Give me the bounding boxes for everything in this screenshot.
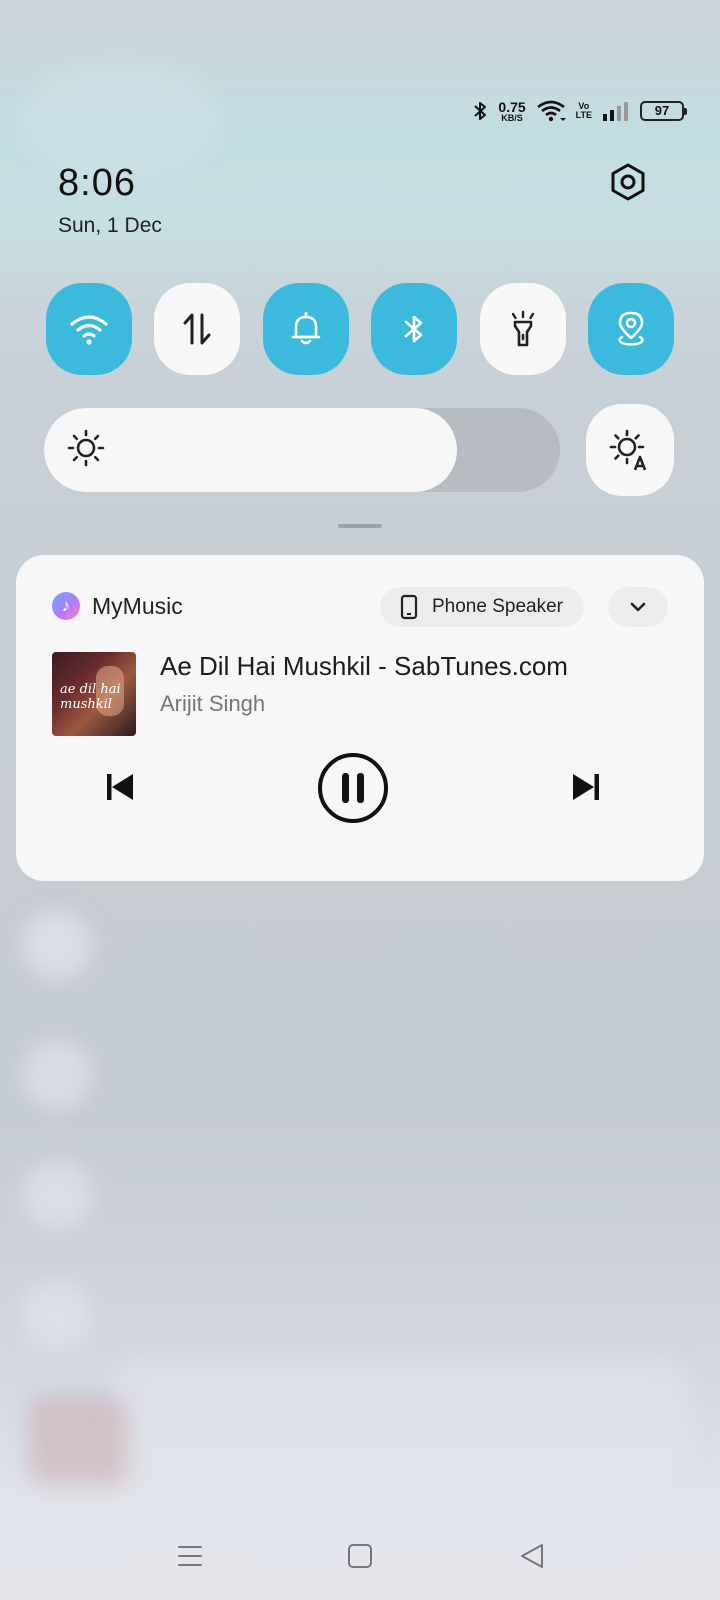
background-blur — [22, 1040, 92, 1110]
album-art-text: ae dil hai mushkil — [60, 682, 121, 712]
gear-icon — [611, 163, 645, 201]
skip-next-icon — [573, 774, 599, 800]
location-icon — [618, 311, 644, 346]
background-blur — [22, 1160, 92, 1230]
background-blur — [22, 910, 92, 980]
quick-settings-tiles — [46, 283, 674, 375]
next-track-button[interactable] — [566, 767, 606, 807]
data-arrows-icon — [183, 313, 211, 345]
pause-icon — [318, 753, 388, 823]
auto-brightness-button[interactable] — [586, 404, 674, 496]
bell-icon — [291, 311, 321, 345]
network-speed-unit: KB/S — [501, 112, 523, 123]
bluetooth-icon — [404, 315, 423, 343]
track-title: Ae Dil Hai Mushkil - SabTunes.com — [160, 651, 568, 681]
panel-drag-handle[interactable] — [338, 524, 382, 528]
auto-brightness-icon — [609, 429, 647, 471]
signal-icon — [603, 102, 628, 121]
skip-previous-icon — [107, 774, 133, 800]
navigation-bar — [0, 1528, 720, 1584]
brightness-slider[interactable] — [44, 408, 560, 492]
previous-track-button[interactable] — [100, 767, 140, 807]
tile-mobile-data[interactable] — [154, 283, 241, 375]
pause-button[interactable] — [316, 751, 390, 825]
background-blur — [28, 1395, 128, 1485]
phone-icon — [400, 594, 418, 620]
battery-icon: 97 — [640, 101, 687, 121]
tile-location[interactable] — [587, 283, 674, 375]
media-player-card[interactable]: ♪ MyMusic Phone Speaker ae dil hai mushk… — [16, 555, 704, 881]
volte-bottom: LTE — [575, 110, 592, 120]
chevron-down-icon — [630, 602, 646, 612]
recents-button[interactable] — [172, 1538, 208, 1574]
sun-icon — [66, 428, 106, 473]
back-button[interactable] — [514, 1538, 550, 1574]
status-bar: 0.75 KB/S Vo LTE 97 — [472, 96, 687, 126]
track-artist: Arijit Singh — [160, 691, 266, 716]
home-button[interactable] — [342, 1538, 378, 1574]
tile-wifi[interactable] — [46, 283, 132, 375]
date[interactable]: Sun, 1 Dec — [58, 214, 162, 238]
home-square-icon — [348, 1544, 372, 1568]
background-blur — [110, 1360, 690, 1480]
background-blur — [22, 1280, 92, 1350]
network-speed: 0.75 KB/S — [498, 100, 525, 123]
output-device-label: Phone Speaker — [432, 596, 563, 617]
output-device-button[interactable]: Phone Speaker — [380, 587, 584, 627]
media-app-name: MyMusic — [92, 593, 183, 619]
clock[interactable]: 8:06 — [58, 162, 136, 205]
menu-icon — [178, 1546, 202, 1566]
back-triangle-icon — [521, 1544, 543, 1568]
album-art: ae dil hai mushkil — [52, 652, 136, 736]
flashlight-icon — [511, 310, 534, 347]
music-app-icon: ♪ — [52, 592, 80, 620]
expand-button[interactable] — [608, 587, 668, 627]
volte-indicator: Vo LTE — [576, 102, 592, 120]
tile-bluetooth[interactable] — [371, 283, 458, 375]
wifi-icon — [70, 315, 108, 345]
tile-flashlight[interactable] — [479, 283, 566, 375]
network-speed-value: 0.75 — [498, 98, 526, 115]
settings-button[interactable] — [604, 158, 652, 206]
tile-sound[interactable] — [262, 283, 349, 375]
bluetooth-icon — [474, 102, 487, 120]
wifi-icon — [536, 100, 566, 122]
